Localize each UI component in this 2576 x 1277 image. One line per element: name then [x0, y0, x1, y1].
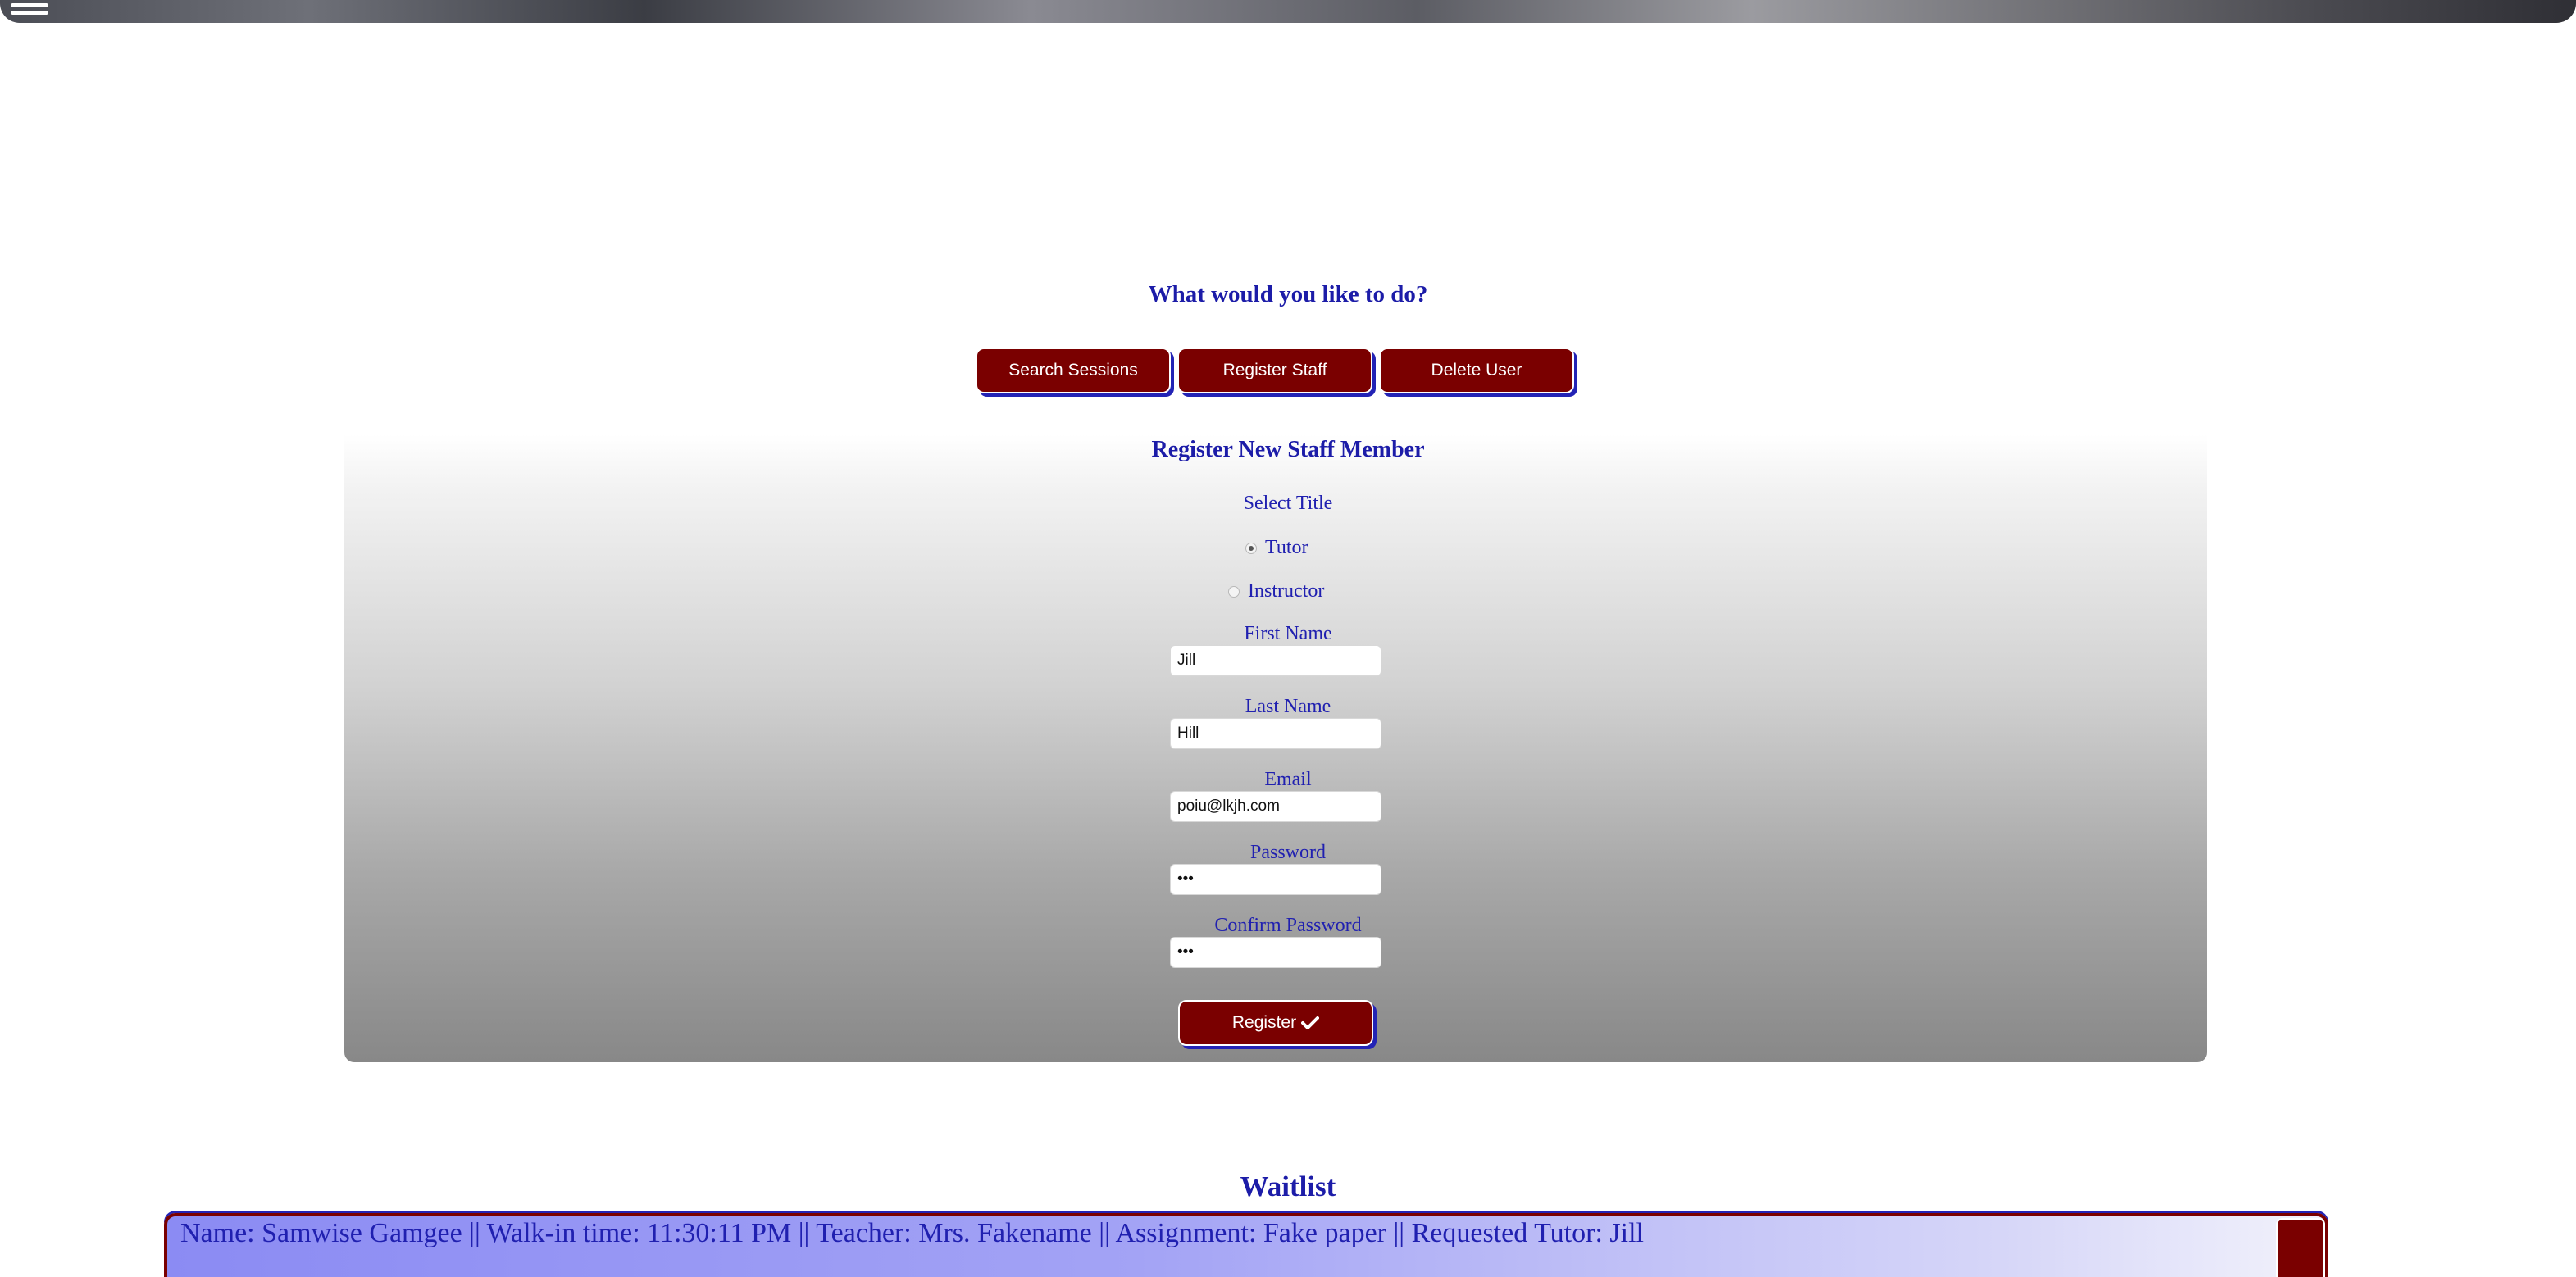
prompt-heading: What would you like to do? — [1148, 281, 1428, 307]
delete-user-button[interactable]: Delete User — [1379, 348, 1574, 393]
confirm-password-field[interactable] — [1170, 937, 1381, 968]
email-label: Email — [1264, 769, 1312, 790]
instructor-radio-label: Instructor — [1248, 580, 1325, 602]
confirm-password-label: Confirm Password — [1214, 915, 1362, 936]
email-field[interactable] — [1170, 791, 1381, 822]
first-name-field[interactable] — [1170, 645, 1381, 676]
register-button[interactable]: Register — [1178, 1000, 1373, 1046]
register-staff-button[interactable]: Register Staff — [1177, 348, 1372, 393]
instructor-radio-button[interactable] — [1228, 585, 1240, 598]
tutor-radio-option[interactable]: Tutor — [1245, 537, 1308, 559]
tutor-radio-button[interactable] — [1245, 542, 1257, 554]
waitlist-entry[interactable]: Name: Samwise Gamgee || Walk-in time: 11… — [164, 1213, 2328, 1277]
select-title-label: Select Title — [1243, 493, 1333, 514]
first-name-label: First Name — [1244, 623, 1332, 644]
tutor-radio-label: Tutor — [1265, 537, 1308, 558]
last-name-field[interactable] — [1170, 718, 1381, 749]
register-button-label: Register — [1231, 1013, 1297, 1032]
page: What would you like to do? Search Sessio… — [0, 0, 2576, 1277]
instructor-radio-option[interactable]: Instructor — [1228, 580, 1324, 602]
waitlist-entry-action-button[interactable] — [2276, 1218, 2325, 1277]
action-button-row: Search Sessions Register Staff Delete Us… — [976, 348, 1582, 397]
form-title: Register New Staff Member — [1151, 437, 1425, 462]
waitlist-entry-text: Name: Samwise Gamgee || Walk-in time: 11… — [180, 1218, 1644, 1248]
header-banner — [0, 0, 2576, 23]
hamburger-menu-icon[interactable] — [11, 0, 48, 16]
search-sessions-button[interactable]: Search Sessions — [976, 348, 1171, 393]
password-label: Password — [1249, 842, 1326, 863]
check-icon — [1301, 1016, 1320, 1029]
password-field[interactable] — [1170, 864, 1381, 895]
last-name-label: Last Name — [1245, 696, 1331, 717]
waitlist-title: Waitlist — [1240, 1170, 1336, 1202]
